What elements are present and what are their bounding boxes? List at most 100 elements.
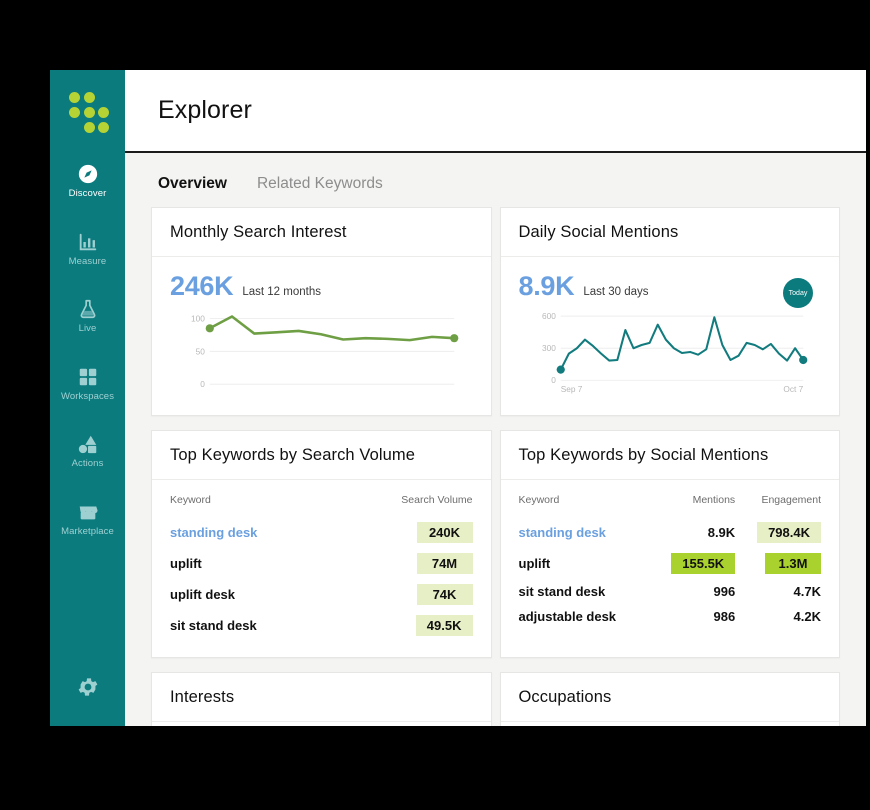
column-header-keyword: Keyword <box>170 494 211 506</box>
sidebar-item-measure[interactable]: Measure <box>50 222 125 276</box>
sidebar-item-label: Actions <box>71 458 104 469</box>
card-top-keywords-social-mentions: Top Keywords by Social Mentions Keyword … <box>499 430 840 658</box>
card-header: Monthly Search Interest <box>152 208 491 257</box>
page-title: Explorer <box>158 96 252 124</box>
sidebar-item-live[interactable]: Live <box>50 289 125 343</box>
top-bar: Explorer <box>125 70 866 153</box>
table-header-row: Keyword Search Volume <box>170 494 473 517</box>
metric-row: 8.9K Last 30 days <box>519 271 822 302</box>
keyword-cell: sit stand desk <box>170 618 257 633</box>
today-badge[interactable]: Today <box>783 278 813 308</box>
brand-dots-logo[interactable] <box>67 92 109 134</box>
sidebar-item-label: Workspaces <box>60 390 115 402</box>
engagement-cell: 1.3M <box>735 548 821 579</box>
sidebar-item-label: Marketplace <box>61 525 114 537</box>
card-title: Top Keywords by Social Mentions <box>518 446 769 464</box>
engagement-cell: 798.4K <box>735 517 821 548</box>
keyword-cell: sit stand desk <box>518 584 606 599</box>
keyword-cell[interactable]: standing desk <box>519 517 650 548</box>
line-chart-svg: 0 50 100 <box>191 313 459 389</box>
storefront-icon <box>77 501 99 523</box>
card-daily-social-mentions: Daily Social Mentions 8.9K Last 30 days … <box>499 207 840 416</box>
shapes-icon <box>77 433 99 455</box>
content-area: Overview Related Keywords Monthly Search… <box>125 153 866 726</box>
grid-icon <box>77 366 99 388</box>
keywords-social-table: Keyword Mentions Engagement standing des… <box>518 494 822 629</box>
keywords-search-table: Keyword Search Volume standing desk 240K u… <box>170 494 473 641</box>
card-occupations: Occupations IT Professional 8% <box>499 672 840 726</box>
svg-text:300: 300 <box>542 343 556 353</box>
table-row[interactable]: standing desk 8.9K 798.4K <box>519 517 821 548</box>
card-body: Keyword Mentions Engagement standing des… <box>501 480 840 645</box>
table-row[interactable]: adjustable desk 986 4.2K <box>519 604 822 629</box>
card-title: Daily Social Mentions <box>518 223 679 241</box>
sidebar-item-label: Live <box>78 323 97 334</box>
tab-bar: Overview Related Keywords <box>125 153 866 207</box>
keyword-cell: adjustable desk <box>518 609 617 624</box>
metric-value: 246K <box>170 271 234 301</box>
keyword-cell: uplift <box>518 556 551 571</box>
card-body: 246K Last 12 months 0 50 100 <box>152 257 491 415</box>
card-title: Interests <box>170 688 235 706</box>
metric-value: 8.9K <box>518 271 575 301</box>
mentions-cell: 8.9K <box>707 525 736 540</box>
table-row[interactable]: uplift 155.5K 1.3M <box>518 548 821 579</box>
tab-overview[interactable]: Overview <box>158 175 227 193</box>
metric-label: Last 12 months <box>242 286 321 298</box>
metric-row: 246K Last 12 months <box>170 271 473 302</box>
svg-text:0: 0 <box>200 379 205 389</box>
table-row[interactable]: uplift 74M <box>170 548 473 579</box>
daily-social-chart: Today 0 300 600 Sep 7 Oct 7 <box>519 278 822 399</box>
column-header-search-volume: Search Volume <box>401 494 473 506</box>
sidebar-item-workspaces[interactable]: Workspaces <box>50 357 125 411</box>
column-header-mentions: Mentions <box>692 494 736 506</box>
sidebar-nav: Discover Measure Live Workspaces Actions… <box>50 154 125 559</box>
main-area: Explorer Overview Related Keywords Month… <box>125 70 866 726</box>
svg-text:0: 0 <box>551 375 556 385</box>
card-interests: Interests Family and parenting 9% <box>151 672 492 726</box>
settings-button[interactable] <box>50 675 125 704</box>
table-row[interactable]: standing desk 240K <box>170 517 473 548</box>
search-volume-cell: 49.5K <box>337 610 473 641</box>
svg-text:Sep 7: Sep 7 <box>560 384 582 394</box>
keyword-cell: uplift desk <box>170 587 236 602</box>
table-row[interactable]: sit stand desk 49.5K <box>170 610 473 641</box>
card-body: Keyword Search Volume standing desk 240K u… <box>152 480 491 657</box>
gear-icon <box>76 675 100 704</box>
tab-related-keywords[interactable]: Related Keywords <box>257 175 383 193</box>
table-header-row: Keyword Mentions Engagement <box>519 494 822 517</box>
card-title: Monthly Search Interest <box>170 223 347 241</box>
search-volume-cell: 74K <box>337 579 473 610</box>
dashboard-grid: Monthly Search Interest 246K Last 12 mon… <box>125 207 866 726</box>
svg-text:Oct 7: Oct 7 <box>783 384 803 394</box>
search-volume-cell: 74M <box>337 548 473 579</box>
mentions-cell: 996 <box>713 584 736 599</box>
card-title: Occupations <box>518 688 612 706</box>
keyword-cell[interactable]: standing desk <box>170 517 337 548</box>
line-chart-svg: 0 300 600 Sep 7 Oct 7 <box>542 311 807 394</box>
flask-icon <box>77 298 99 320</box>
card-header: Top Keywords by Social Mentions <box>500 431 839 480</box>
engagement-cell: 4.2K <box>793 609 821 624</box>
sidebar-item-marketplace[interactable]: Marketplace <box>50 492 125 546</box>
engagement-cell: 4.7K <box>793 584 821 599</box>
sidebar-item-actions[interactable]: Actions <box>50 424 125 478</box>
card-header: Daily Social Mentions <box>500 208 839 257</box>
svg-text:600: 600 <box>542 311 556 321</box>
table-row[interactable]: sit stand desk 996 4.7K <box>519 579 822 604</box>
table-row[interactable]: uplift desk 74K <box>170 579 473 610</box>
card-body: Family and parenting 9% <box>152 722 491 726</box>
card-header: Occupations <box>500 673 839 722</box>
sidebar: Discover Measure Live Workspaces Actions… <box>50 70 125 726</box>
app-window: Discover Measure Live Workspaces Actions… <box>50 70 866 726</box>
card-header: Interests <box>152 673 491 722</box>
mentions-cell: 986 <box>713 609 736 624</box>
keyword-cell: uplift <box>170 556 202 571</box>
column-header-engagement: Engagement <box>761 494 821 506</box>
sidebar-item-label: Discover <box>68 188 107 199</box>
metric-label: Last 30 days <box>583 286 649 298</box>
sidebar-item-discover[interactable]: Discover <box>50 154 125 208</box>
sidebar-item-label: Measure <box>68 255 107 267</box>
card-title: Top Keywords by Search Volume <box>170 446 416 464</box>
bar-chart-icon <box>77 231 99 253</box>
